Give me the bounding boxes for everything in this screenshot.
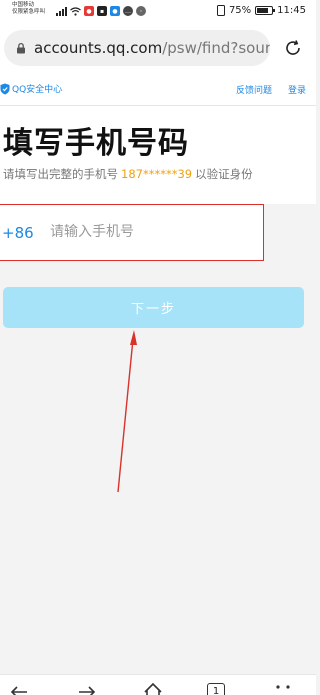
subtitle-prefix: 请填写出完整的手机号 xyxy=(3,167,118,181)
app-notification-icon: ▪ xyxy=(97,6,107,16)
shield-icon xyxy=(0,83,10,94)
vibrate-icon xyxy=(216,5,225,16)
header-links: 反馈问题 登录 xyxy=(236,83,306,96)
address-bar[interactable]: accounts.qq.com/psw/find?source xyxy=(4,30,270,66)
carrier-status: 仅限紧急呼叫 xyxy=(12,9,46,15)
feedback-link[interactable]: 反馈问题 xyxy=(236,83,272,96)
weibo-icon: ● xyxy=(84,6,94,16)
url-domain: accounts.qq.com xyxy=(34,39,163,57)
url-path: /psw/find?source xyxy=(162,39,270,57)
battery-percent: 75% xyxy=(228,5,252,16)
status-bar: 中国移动 仅限紧急呼叫 ● ▪ ● … ◦ 75% 11:45 xyxy=(0,0,316,24)
login-link[interactable]: 登录 xyxy=(288,83,306,96)
title-section: 填写手机号码 请填写出完整的手机号 187******39 以验证身份 xyxy=(0,106,316,204)
site-header: QQ安全中心 反馈问题 登录 xyxy=(0,74,316,106)
forward-icon[interactable] xyxy=(76,681,98,695)
lock-icon xyxy=(17,42,25,54)
home-icon[interactable] xyxy=(142,681,164,695)
masked-phone-number: 187******39 xyxy=(121,167,193,181)
carrier-info: 中国移动 仅限紧急呼叫 xyxy=(12,2,58,16)
signal-icon xyxy=(56,6,67,16)
back-icon[interactable] xyxy=(8,681,30,695)
subtitle-suffix: 以验证身份 xyxy=(195,167,253,181)
clock: 11:45 xyxy=(277,5,306,16)
logo-text: QQ安全中心 xyxy=(12,85,63,95)
page-subtitle: 请填写出完整的手机号 187******39 以验证身份 xyxy=(3,166,253,182)
battery-icon xyxy=(255,6,276,15)
browser-toolbar: accounts.qq.com/psw/find?source xyxy=(0,24,316,74)
browser-bottom-nav: 1 xyxy=(0,674,316,695)
next-button[interactable]: 下一步 xyxy=(3,287,304,328)
app-badge-icon: ◦ xyxy=(136,6,146,16)
status-icons: ● ▪ ● … ◦ xyxy=(56,5,146,17)
qq-notification-icon: ● xyxy=(110,6,120,16)
page-title: 填写手机号码 xyxy=(3,126,189,161)
phone-number-input[interactable] xyxy=(50,219,250,245)
url-text[interactable]: accounts.qq.com/psw/find?source xyxy=(34,39,270,57)
message-icon: … xyxy=(123,6,133,16)
tab-count-button[interactable]: 1 xyxy=(207,683,225,695)
phone-input-row: +86 xyxy=(0,204,264,261)
qq-security-logo[interactable]: QQ安全中心 xyxy=(0,82,62,95)
wifi-icon xyxy=(70,6,81,16)
reload-icon[interactable] xyxy=(283,38,303,58)
country-code[interactable]: +86 xyxy=(2,224,34,242)
carrier-name: 中国移动 xyxy=(12,2,35,8)
status-right: 75% 11:45 xyxy=(216,5,306,16)
more-menu-icon[interactable] xyxy=(272,681,294,695)
